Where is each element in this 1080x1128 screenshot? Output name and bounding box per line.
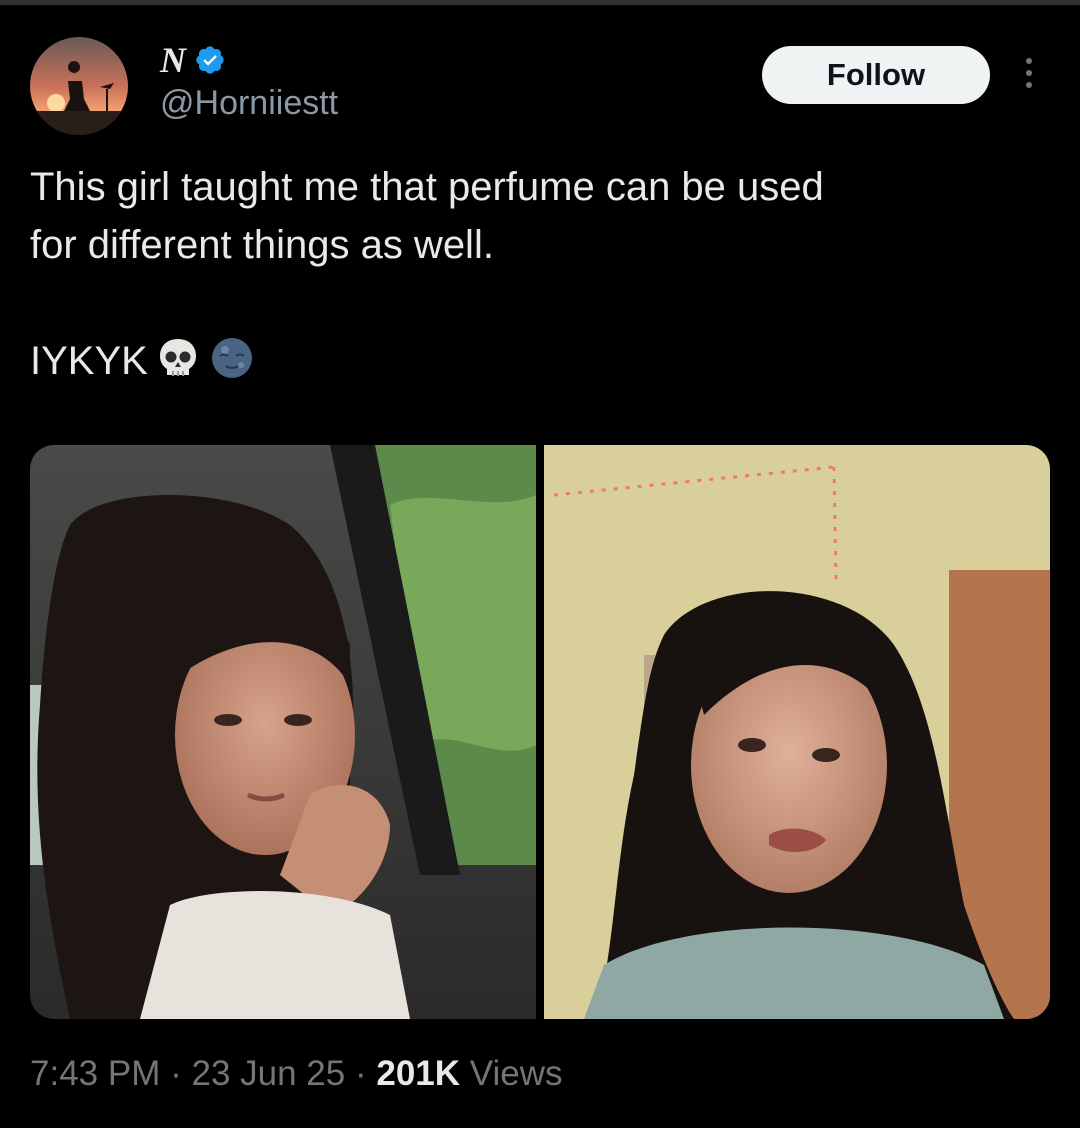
top-divider — [0, 0, 1080, 5]
skull-emoji-icon — [159, 339, 196, 376]
meta-separator: · — [354, 1054, 367, 1093]
more-vertical-icon[interactable] — [1018, 58, 1040, 94]
verified-badge-icon — [196, 46, 224, 74]
tweet-time[interactable]: 7:43 PM — [30, 1054, 160, 1093]
author-name-row: N — [160, 38, 226, 82]
photo-woman-in-room-icon — [544, 445, 1050, 1019]
views-label: Views — [469, 1054, 563, 1093]
follow-button[interactable]: Follow — [762, 46, 990, 104]
tweet-line: This girl taught me that perfume can be … — [30, 165, 824, 209]
photo-woman-in-car-icon — [30, 445, 536, 1019]
meta-separator: · — [170, 1054, 182, 1093]
silhouette-sunset-avatar-icon — [30, 37, 128, 135]
tweet-text: This girl taught me that perfume can be … — [30, 158, 1040, 390]
author-handle[interactable]: @Horniiestt — [160, 84, 338, 123]
tweet-meta: 7:43 PM · 23 Jun 25 · 201K Views — [30, 1054, 563, 1094]
new-moon-face-emoji-icon — [211, 338, 252, 378]
tweet-line: for different things as well. — [30, 223, 494, 267]
tweet-tag-line: IYKYK — [30, 332, 1040, 390]
tweet-tag-text: IYKYK — [30, 339, 148, 383]
media-photo-right[interactable] — [544, 445, 1050, 1019]
tweet-date[interactable]: 23 Jun 25 — [191, 1054, 345, 1093]
avatar[interactable] — [30, 37, 128, 135]
media-grid — [30, 445, 1050, 1019]
media-photo-left[interactable] — [30, 445, 536, 1019]
views-count[interactable]: 201K — [376, 1054, 460, 1093]
display-name[interactable]: N — [160, 39, 186, 81]
